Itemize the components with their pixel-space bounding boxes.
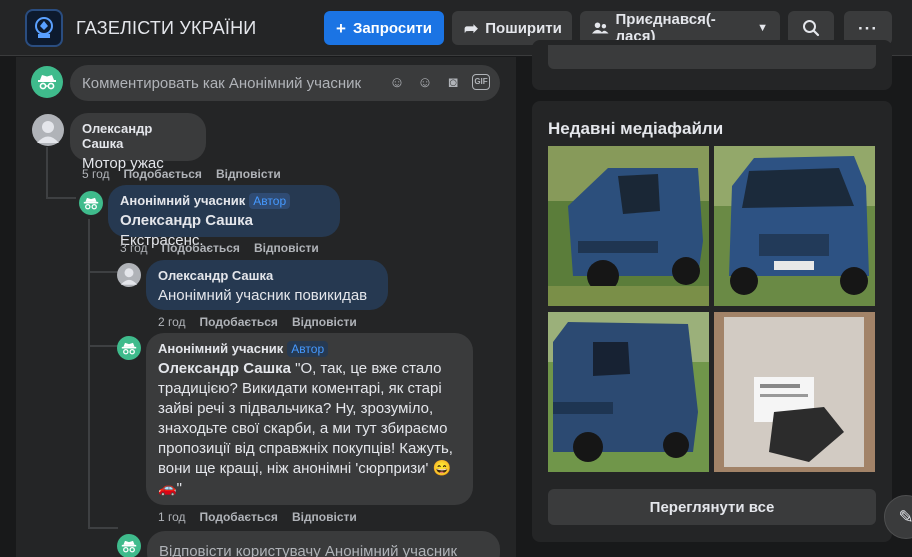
avatar[interactable] — [32, 114, 64, 146]
comment-bubble: Анонімний учасник Автор Олександр Сашка "… — [146, 333, 473, 505]
like-link[interactable]: Подобається — [200, 315, 278, 329]
reply-link[interactable]: Відповісти — [254, 241, 319, 255]
comment-time[interactable]: 1 год — [158, 510, 186, 524]
mention-link[interactable]: Олександр Сашка — [120, 212, 253, 229]
like-link[interactable]: Подобається — [162, 241, 240, 255]
comment-time[interactable]: 3 год — [120, 241, 148, 255]
recent-media-card: Недавні медіафайли Переглянути все — [532, 101, 892, 542]
invite-label: Запросити — [352, 19, 432, 37]
gif-icon[interactable]: GIF — [472, 74, 490, 90]
comment-author: Анонімний учасник Автор — [120, 193, 328, 209]
invite-button[interactable]: + Запросити — [324, 11, 444, 45]
comment-bubble: Олександр Сашка Анонімний учасник повики… — [146, 260, 388, 310]
incognito-icon — [38, 75, 56, 90]
camera-icon[interactable]: ◙ — [444, 74, 462, 91]
comment-bubble: Олександр Сашка Мотор ужас — [70, 113, 206, 172]
comment-bubble: Анонімний учасник Автор Олександр Сашка Е… — [108, 185, 340, 249]
anonymous-avatar — [117, 534, 141, 557]
comment-actions: 2 год Подобається Відповісти — [158, 315, 357, 329]
share-arrow-icon: ➦ — [464, 18, 479, 38]
comment-time[interactable]: 2 год — [158, 315, 186, 329]
comment-actions: 1 год Подобається Відповісти — [158, 510, 357, 524]
media-thumbnail[interactable] — [714, 146, 875, 306]
comment-author: Анонімний учасник Автор — [158, 341, 461, 357]
more-dots-icon: ··· — [858, 18, 878, 38]
reply-link[interactable]: Відповісти — [216, 167, 281, 181]
avatar-sticker-icon[interactable]: ☺ — [388, 74, 406, 91]
anonymous-avatar[interactable] — [79, 191, 103, 215]
incognito-icon — [121, 540, 137, 552]
group-logo-emblem-icon — [35, 17, 53, 38]
caret-down-icon: ▼ — [757, 21, 768, 34]
thread-line — [88, 345, 118, 347]
incognito-icon — [83, 197, 99, 209]
compose-icon: ✎ — [898, 506, 912, 527]
comment-input[interactable]: Комментировать как Анонімний учасник ☺ ☺… — [70, 65, 500, 101]
group-logo[interactable] — [25, 9, 63, 47]
group-title[interactable]: ГАЗЕЛІСТИ УКРАЇНИ — [76, 18, 256, 39]
author-badge: Автор — [287, 341, 329, 357]
reply-input[interactable]: Відповісти користувачу Анонімний учасник — [147, 531, 500, 557]
thread-line — [46, 197, 76, 199]
comment-author-name[interactable]: Анонімний учасник — [158, 341, 283, 356]
composer-tools: ☺ ☺ ◙ GIF — [388, 74, 490, 91]
reply-link[interactable]: Відповісти — [292, 315, 357, 329]
previous-card — [532, 40, 892, 90]
plus-icon: + — [336, 18, 346, 38]
comment-text: Анонімний учасник повикидав — [158, 286, 376, 306]
mention-link[interactable]: Олександр Сашка — [158, 360, 291, 377]
media-thumbnail[interactable] — [548, 146, 709, 306]
comment-actions: 3 год Подобається Відповісти — [120, 241, 319, 255]
van-photo-icon — [548, 312, 709, 472]
comment-author[interactable]: Олександр Сашка — [158, 268, 376, 283]
thread-line — [88, 271, 118, 273]
members-icon — [592, 22, 609, 34]
see-all-button[interactable]: Переглянути все — [548, 489, 876, 525]
incognito-icon — [121, 342, 137, 354]
part-photo-icon — [714, 312, 875, 472]
author-badge: Автор — [249, 193, 291, 209]
like-link[interactable]: Подобається — [200, 510, 278, 524]
share-label: Поширити — [485, 19, 562, 37]
avatar[interactable] — [117, 263, 141, 287]
comment-text: Олександр Сашка "О, так, це вже стало тр… — [158, 359, 461, 499]
comment-time[interactable]: 5 год — [82, 167, 110, 181]
van-photo-icon — [548, 146, 709, 306]
comment-body: "О, так, це вже стало традицією? Викидат… — [158, 360, 453, 497]
anonymous-avatar — [31, 66, 63, 98]
emoji-icon[interactable]: ☺ — [416, 74, 434, 91]
thread-line — [88, 219, 90, 529]
mention-link[interactable]: Анонімний учасник — [158, 287, 290, 304]
reply-link[interactable]: Відповісти — [292, 510, 357, 524]
media-title: Недавні медіафайли — [548, 119, 724, 138]
anonymous-avatar[interactable] — [117, 336, 141, 360]
default-user-icon — [120, 268, 138, 285]
comment-body: повикидав — [290, 287, 368, 304]
comment-input-placeholder: Комментировать как Анонімний учасник — [82, 75, 362, 92]
default-user-icon — [37, 121, 59, 143]
reply-input-placeholder: Відповісти користувачу Анонімний учасник — [159, 543, 458, 557]
comment-author[interactable]: Олександр Сашка — [82, 121, 194, 151]
thread-line — [88, 527, 118, 529]
comments-panel: Комментировать как Анонімний учасник ☺ ☺… — [16, 57, 516, 557]
comment-author-name[interactable]: Анонімний учасник — [120, 193, 245, 208]
media-thumbnail[interactable] — [714, 312, 875, 472]
search-icon — [803, 20, 820, 37]
previous-card-button[interactable] — [548, 45, 876, 69]
comment-actions: 5 год Подобається Відповісти — [82, 167, 281, 181]
thread-line — [46, 147, 48, 199]
media-thumbnail[interactable] — [548, 312, 709, 472]
like-link[interactable]: Подобається — [124, 167, 202, 181]
van-photo-icon — [714, 146, 875, 306]
